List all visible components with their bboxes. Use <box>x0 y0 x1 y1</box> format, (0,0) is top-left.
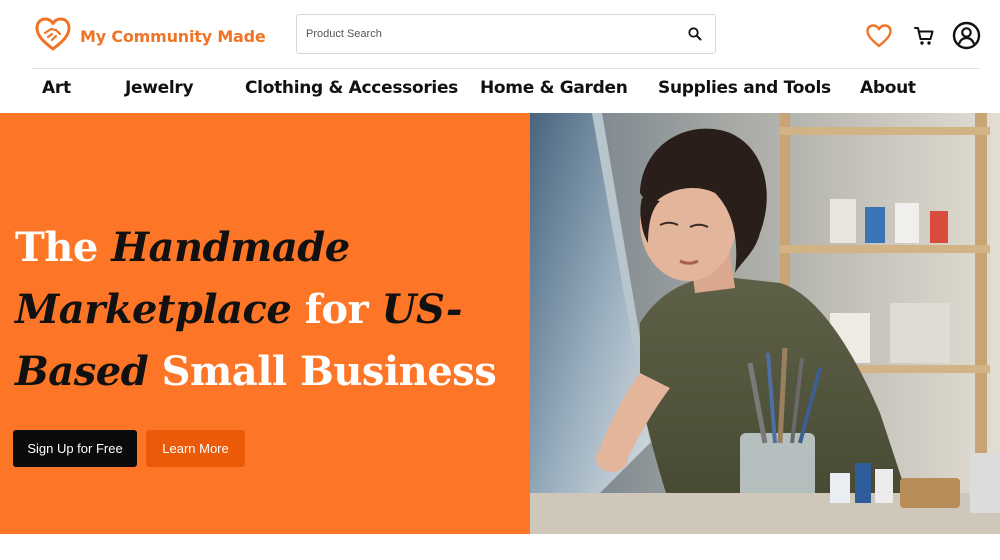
search-bar <box>296 14 716 54</box>
brand-logo[interactable]: My Community Made <box>34 16 266 57</box>
nav-item-clothing-accessories[interactable]: Clothing & Accessories <box>245 78 458 98</box>
nav-item-jewelry[interactable]: Jewelry <box>125 78 194 98</box>
headline-emphasis: Handmade <box>111 224 350 271</box>
cart-icon[interactable] <box>912 24 936 48</box>
hero-text-panel: The Handmade Marketplace for US-Based Sm… <box>0 113 530 534</box>
nav-item-art[interactable]: Art <box>42 78 71 98</box>
learn-more-button[interactable]: Learn More <box>146 430 245 467</box>
artist-painting-photo <box>530 113 1000 534</box>
headline-emphasis: Marketplace <box>15 286 292 333</box>
nav-item-supplies-tools[interactable]: Supplies and Tools <box>658 78 831 98</box>
search-icon[interactable] <box>687 26 703 42</box>
main-nav: Art Jewelry Clothing & Accessories Home … <box>32 68 980 113</box>
page-bottom <box>0 534 1000 560</box>
site-header: My Community Made <box>0 0 1000 68</box>
user-circle-icon[interactable] <box>951 20 981 50</box>
brand-name: My Community Made <box>80 27 266 46</box>
headline-part: Small Business <box>148 348 497 395</box>
heart-icon[interactable] <box>864 22 894 50</box>
sign-up-button[interactable]: Sign Up for Free <box>13 430 137 467</box>
headline-part: for <box>291 286 382 333</box>
hero-headline: The Handmade Marketplace for US-Based Sm… <box>15 217 525 403</box>
search-input[interactable] <box>297 15 677 53</box>
headline-part: The <box>15 224 112 271</box>
nav-item-about[interactable]: About <box>860 78 916 98</box>
nav-item-home-garden[interactable]: Home & Garden <box>480 78 628 98</box>
heart-hands-icon <box>34 16 72 57</box>
hero-banner: The Handmade Marketplace for US-Based Sm… <box>0 113 1000 534</box>
